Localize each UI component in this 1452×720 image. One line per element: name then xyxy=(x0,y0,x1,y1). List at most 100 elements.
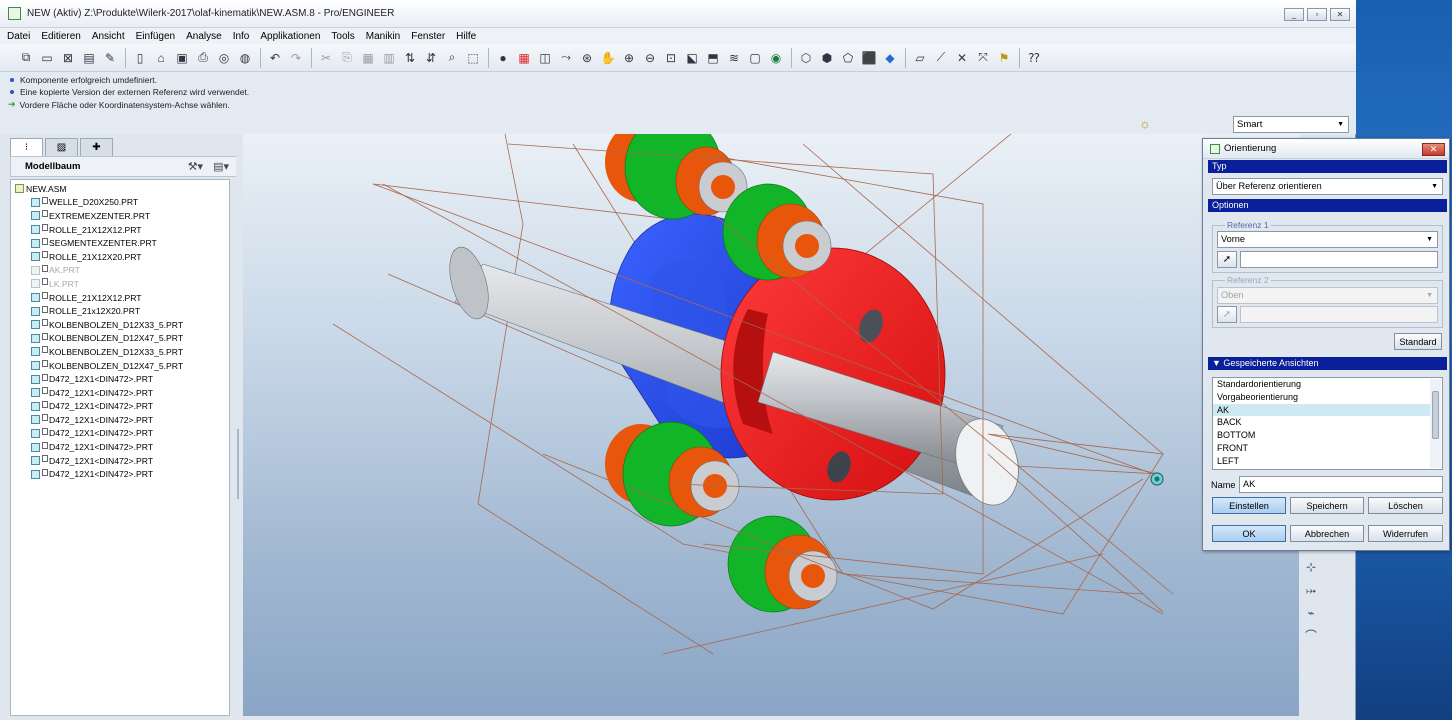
reference-1-collector[interactable] xyxy=(1240,251,1438,268)
menu-applikationen[interactable]: Applikationen xyxy=(260,31,320,42)
view-manager-icon[interactable]: ▢ xyxy=(747,50,763,66)
tree-item[interactable]: KOLBENBOLZEN_D12X33_5.PRT xyxy=(11,345,229,359)
orientation-type-select[interactable]: Über Referenz orientieren ▼ xyxy=(1212,178,1443,195)
tree-item[interactable]: KOLBENBOLZEN_D12X47_5.PRT xyxy=(11,359,229,373)
tree-item[interactable]: AK.PRT xyxy=(11,264,229,278)
list-item[interactable]: Vorgabeorientierung xyxy=(1213,391,1430,404)
reference-2-select[interactable]: Oben ▼ xyxy=(1217,287,1438,304)
datum-point-tool-icon[interactable]: ⤠ xyxy=(1302,581,1320,599)
appearance-icon[interactable]: ▦ xyxy=(516,50,532,66)
abbrechen-button[interactable]: Abbrechen xyxy=(1290,525,1364,542)
email-icon[interactable]: ◎ xyxy=(216,50,232,66)
reference-2-collector[interactable] xyxy=(1240,306,1438,323)
close-window-button[interactable]: ✕ xyxy=(1330,8,1350,21)
maximize-button[interactable]: ▫ xyxy=(1307,8,1327,21)
tree-item[interactable]: SEGMENTEXZENTER.PRT xyxy=(11,236,229,250)
tree-item[interactable]: KOLBENBOLZEN_D12X33_5.PRT xyxy=(11,318,229,332)
undo-icon[interactable]: ↶ xyxy=(267,50,283,66)
tree-item[interactable]: D472_12X1<DIN472>.PRT xyxy=(11,386,229,400)
annotation-display-icon[interactable]: ⚑ xyxy=(996,50,1012,66)
tree-item[interactable]: D472_12X1<DIN472>.PRT xyxy=(11,454,229,468)
list-item[interactable]: BOTTOM xyxy=(1213,429,1430,442)
datum-curve-tool-icon[interactable]: ⌒ xyxy=(1302,626,1320,644)
menu-tools[interactable]: Tools xyxy=(331,31,354,42)
tree-item[interactable]: D472_12X1<DIN472>.PRT xyxy=(11,440,229,454)
view-name-input[interactable]: AK xyxy=(1239,476,1443,493)
graphics-viewport[interactable] xyxy=(243,134,1299,716)
open-icon[interactable]: ▭ xyxy=(39,50,55,66)
tree-item[interactable]: LK.PRT xyxy=(11,277,229,291)
cut-icon[interactable]: ✂ xyxy=(318,50,334,66)
new-file-icon[interactable]: ▯ xyxy=(132,50,148,66)
tab-favorites[interactable]: ✚ xyxy=(80,138,113,156)
regenerate-icon[interactable]: ⇅ xyxy=(402,50,418,66)
tab-model-tree[interactable]: ⁝ xyxy=(10,138,43,156)
reference-2-pick-button[interactable]: ➚ xyxy=(1217,306,1237,323)
open-file-icon[interactable]: ⌂ xyxy=(153,50,169,66)
speichern-button[interactable]: Speichern xyxy=(1290,497,1364,514)
ok-button[interactable]: OK xyxy=(1212,525,1286,542)
erase-icon[interactable]: ▤ xyxy=(81,50,97,66)
find-icon[interactable]: ⌕ xyxy=(444,50,460,66)
close-window-icon[interactable]: ⊠ xyxy=(60,50,76,66)
shading-icon[interactable]: ● xyxy=(495,50,511,66)
model-display-icon[interactable]: ◫ xyxy=(537,50,553,66)
copy-icon[interactable]: ⎘ xyxy=(339,50,355,66)
select-box-icon[interactable]: ⬚ xyxy=(465,50,481,66)
reference-1-select[interactable]: Vorne ▼ xyxy=(1217,231,1438,248)
send-icon[interactable]: ◍ xyxy=(237,50,253,66)
wireframe-icon[interactable]: ⬡ xyxy=(798,50,814,66)
list-item[interactable]: BACK xyxy=(1213,416,1430,429)
list-item-selected[interactable]: AK xyxy=(1213,403,1430,417)
print-icon[interactable]: ⎙ xyxy=(195,50,211,66)
csys-display-icon[interactable]: ⤧ xyxy=(975,50,991,66)
datum-plane-display-icon[interactable]: ▱ xyxy=(912,50,928,66)
tab-folder-browser[interactable]: ▨ xyxy=(45,138,78,156)
list-item[interactable]: FRONT xyxy=(1213,442,1430,455)
saved-views-scrollbar[interactable] xyxy=(1430,379,1441,468)
redo-icon[interactable]: ↷ xyxy=(288,50,304,66)
tree-item[interactable]: D472_12X1<DIN472>.PRT xyxy=(11,467,229,481)
enhanced-realism-icon[interactable]: ◆ xyxy=(882,50,898,66)
point-display-icon[interactable]: ✕ xyxy=(954,50,970,66)
menu-analyse[interactable]: Analyse xyxy=(186,31,222,42)
tree-item[interactable]: D472_12X1<DIN472>.PRT xyxy=(11,413,229,427)
menu-ansicht[interactable]: Ansicht xyxy=(92,31,125,42)
menu-manikin[interactable]: Manikin xyxy=(366,31,400,42)
datum-axis-tool-icon[interactable]: ⊹ xyxy=(1302,558,1320,576)
paste-special-icon[interactable]: ▥ xyxy=(381,50,397,66)
list-item[interactable]: Standardorientierung xyxy=(1213,378,1430,391)
saved-views-list[interactable]: Standardorientierung Vorgabeorientierung… xyxy=(1212,377,1443,470)
tree-item[interactable]: D472_12X1<DIN472>.PRT xyxy=(11,427,229,441)
no-hidden-icon[interactable]: ⬠ xyxy=(840,50,856,66)
menu-datei[interactable]: Datei xyxy=(7,31,30,42)
tree-item[interactable]: EXTREMEXZENTER.PRT xyxy=(11,209,229,223)
menu-hilfe[interactable]: Hilfe xyxy=(456,31,476,42)
light-bulb-icon[interactable]: ☼ xyxy=(1139,116,1151,131)
save-icon[interactable]: ▣ xyxy=(174,50,190,66)
reference-1-pick-button[interactable]: ➚ xyxy=(1217,251,1237,268)
widerrufen-button[interactable]: Widerrufen xyxy=(1368,525,1443,542)
tree-item[interactable]: ROLLE_21X12X12.PRT xyxy=(11,223,229,237)
paste-icon[interactable]: ▦ xyxy=(360,50,376,66)
menu-editieren[interactable]: Editieren xyxy=(41,31,80,42)
layers-icon[interactable]: ≋ xyxy=(726,50,742,66)
close-icon[interactable]: ✕ xyxy=(1422,143,1445,156)
shaded-icon[interactable]: ⬛ xyxy=(861,50,877,66)
tree-item[interactable]: ROLLE_21X12X12.PRT xyxy=(11,291,229,305)
standard-button[interactable]: Standard xyxy=(1394,333,1442,350)
tree-settings-icon[interactable]: ⚒▾ xyxy=(188,160,203,173)
tree-item[interactable]: ROLLE_21X12X20.PRT xyxy=(11,250,229,264)
tree-item[interactable]: WELLE_D20X250.PRT xyxy=(11,196,229,210)
axis-display-icon[interactable]: ⟋ xyxy=(933,50,949,66)
menu-info[interactable]: Info xyxy=(233,31,250,42)
tree-item[interactable]: D472_12X1<DIN472>.PRT xyxy=(11,372,229,386)
saved-views-section-header[interactable]: ▼ Gespeicherte Ansichten xyxy=(1208,357,1447,370)
scrollbar-thumb[interactable] xyxy=(1432,391,1439,439)
menu-einfuegen[interactable]: Einfügen xyxy=(136,31,175,42)
help-icon[interactable]: ⁇ xyxy=(1026,50,1042,66)
tree-columns-icon[interactable]: ▤▾ xyxy=(213,160,229,173)
tree-item[interactable]: ROLLE_21x12X20.PRT xyxy=(11,304,229,318)
loeschen-button[interactable]: Löschen xyxy=(1368,497,1443,514)
hidden-line-icon[interactable]: ⬢ xyxy=(819,50,835,66)
